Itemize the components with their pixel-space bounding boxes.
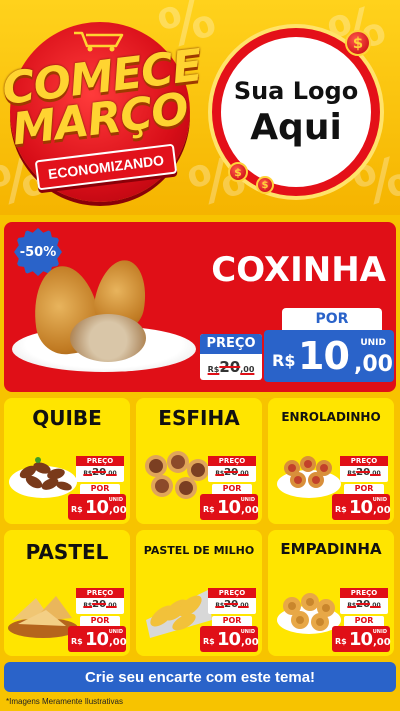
new-price-box: R$ 10,00 UNID: [332, 494, 391, 520]
price-cents: ,00: [241, 505, 259, 516]
old-price-label: PREÇO: [200, 334, 262, 354]
currency: R$: [203, 505, 215, 514]
old-price-label: PREÇO: [340, 456, 388, 466]
price-cents: ,00: [354, 352, 393, 377]
new-price-label: POR: [80, 484, 120, 494]
price-cents: ,00: [373, 505, 391, 516]
old-price-label: PREÇO: [208, 588, 256, 598]
old-price-box: PREÇO R$20,00: [340, 456, 388, 482]
create-flyer-button[interactable]: Crie seu encarte com este tema!: [4, 662, 396, 692]
unit-label: UNID: [372, 497, 387, 503]
price-cents: ,00: [373, 637, 391, 648]
currency: R$: [272, 351, 296, 370]
new-price-box: R$ 10,00 UNID: [68, 626, 127, 652]
new-price-box: R$ 10 ,00 UNID: [264, 330, 394, 382]
coin-icon: $: [256, 176, 274, 194]
logo-text-line2: Aqui: [250, 106, 342, 148]
old-price-value: R$20,00: [347, 467, 381, 478]
product-name: EMPADINHA: [280, 540, 382, 558]
price-cents: ,00: [241, 637, 259, 648]
featured-product-card[interactable]: -50% COXINHA PREÇO R$20,00 POR R$ 10 ,00…: [4, 222, 396, 392]
price-integer: 10: [298, 334, 350, 378]
new-price-label: POR: [80, 616, 120, 626]
old-price-box: PREÇO R$20,00: [208, 456, 256, 482]
new-price-label: POR: [344, 616, 384, 626]
old-price-value: R$20,00: [215, 467, 249, 478]
logo-text-line1: Sua Logo: [233, 76, 359, 105]
quibe-image: [9, 457, 77, 498]
price-cents: ,00: [109, 505, 127, 516]
unit-label: UNID: [240, 497, 255, 503]
header-banner: % % % % % COMECE MARÇO ECONOMIZANDO Sua …: [0, 0, 400, 215]
old-price-value: R$20,00: [207, 358, 255, 376]
old-price-label: PREÇO: [208, 456, 256, 466]
price-integer: 10: [85, 497, 109, 518]
old-price-box: PREÇO R$20,00: [76, 588, 124, 614]
old-price-value: R$20,00: [215, 599, 249, 610]
unit-label: UNID: [240, 629, 255, 635]
new-price-box: R$ 10,00 UNID: [332, 626, 391, 652]
coin-icon: $: [228, 162, 248, 182]
product-name: PASTEL DE MILHO: [143, 544, 255, 557]
unit-label: UNID: [360, 338, 386, 348]
price-integer: 10: [217, 629, 241, 650]
old-price-box: PREÇO R$20,00: [208, 588, 256, 614]
price-cents: ,00: [109, 637, 127, 648]
product-card[interactable]: PASTEL DE MILHO PREÇO R$20,00 POR R$ 10,00 UNI…: [136, 530, 262, 656]
price-integer: 10: [217, 497, 241, 518]
product-name: QUIBE: [32, 406, 102, 430]
product-card[interactable]: ENROLADINHO PREÇO R$20,00 POR R$ 10,00 UNID: [268, 398, 394, 524]
price-integer: 10: [349, 497, 373, 518]
new-price-label: POR: [344, 484, 384, 494]
currency: R$: [71, 505, 83, 514]
disclaimer-text: *Imagens Meramente Ilustrativas: [6, 697, 123, 706]
currency: R$: [203, 637, 215, 646]
currency: R$: [335, 505, 347, 514]
product-card[interactable]: EMPADINHA PREÇO R$20,00 POR R$ 10,00 UNID: [268, 530, 394, 656]
old-price-label: PREÇO: [76, 456, 124, 466]
unit-label: UNID: [372, 629, 387, 635]
new-price-box: R$ 10,00 UNID: [68, 494, 127, 520]
product-name: ENROLADINHO: [281, 410, 381, 424]
new-price-label: POR: [212, 616, 252, 626]
enroladinho-image: [277, 456, 341, 498]
old-price-value: R$20,00: [83, 599, 117, 610]
price-integer: 10: [85, 629, 109, 650]
coxinha-cut-image: [70, 314, 146, 362]
unit-label: UNID: [108, 629, 123, 635]
old-price-label: PREÇO: [340, 588, 388, 598]
product-card[interactable]: QUIBE PREÇO R$20,00 POR R$ 10,00 UNID: [4, 398, 130, 524]
new-price-box: R$ 10,00 UNID: [200, 626, 259, 652]
product-card[interactable]: ESFIHA PREÇO R$20,00 POR R$ 10,00 UNID: [136, 398, 262, 524]
new-price-label: POR: [282, 308, 382, 330]
old-price-box: PREÇO R$20,00: [340, 588, 388, 614]
currency: R$: [71, 637, 83, 646]
old-price-value: R$20,00: [83, 467, 117, 478]
old-price-value: R$20,00: [347, 599, 381, 610]
old-price-box: PREÇO R$20,00: [200, 334, 262, 380]
currency: R$: [335, 637, 347, 646]
price-integer: 10: [349, 629, 373, 650]
product-name: ESFIHA: [158, 406, 240, 430]
old-price-box: PREÇO R$20,00: [76, 456, 124, 482]
new-price-box: R$ 10,00 UNID: [200, 494, 259, 520]
product-name: PASTEL: [25, 540, 109, 564]
unit-label: UNID: [108, 497, 123, 503]
old-price-label: PREÇO: [76, 588, 124, 598]
product-card[interactable]: PASTEL PREÇO R$20,00 POR R$ 10,00 UNID: [4, 530, 130, 656]
coin-icon: $: [345, 30, 371, 56]
featured-product-name: COXINHA: [211, 250, 386, 290]
new-price-label: POR: [212, 484, 252, 494]
